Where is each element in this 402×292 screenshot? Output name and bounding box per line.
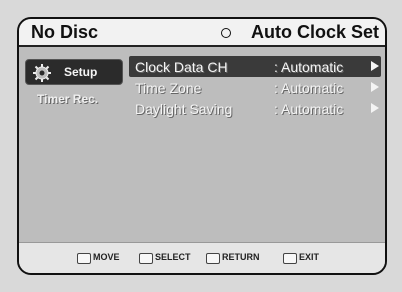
menu-row-daylight-saving[interactable]: Daylight Saving : Automatic <box>129 98 381 119</box>
sidebar-item-label: Setup <box>64 65 98 79</box>
sidebar-item-timer-rec[interactable]: Timer Rec. <box>25 87 123 113</box>
settings-menu: Clock Data CH : Automatic Time Zone : Au… <box>129 56 381 119</box>
select-icon <box>139 253 153 264</box>
arrow-right-icon <box>371 82 379 92</box>
disc-status: No Disc <box>31 22 99 42</box>
menu-row-value: : Automatic <box>274 80 344 96</box>
key-hint-bar: MOVE SELECT RETURN EXIT <box>19 242 385 273</box>
sidebar-item-label: Timer Rec. <box>37 92 99 106</box>
menu-row-value: : Automatic <box>274 101 344 117</box>
menu-row-clock-data-ch[interactable]: Clock Data CH : Automatic <box>129 56 381 77</box>
clock-icon <box>221 28 231 38</box>
page-title: Auto Clock Set <box>250 22 379 42</box>
title-bar: No Disc Auto Clock Set <box>19 19 385 47</box>
hint-label: EXIT <box>299 252 320 262</box>
hint-label: RETURN <box>222 252 260 262</box>
sidebar-item-setup[interactable]: Setup <box>25 59 123 85</box>
arrow-right-icon <box>371 103 379 113</box>
menu-row-value: : Automatic <box>274 59 344 75</box>
return-icon <box>206 253 220 264</box>
menu-row-label: Clock Data CH <box>135 59 228 75</box>
hint-label: MOVE <box>93 252 120 262</box>
gear-icon <box>33 64 51 82</box>
osd-screen: No Disc Auto Clock Set Setup Timer Rec. <box>17 17 387 275</box>
sidebar: Setup Timer Rec. <box>19 47 123 207</box>
move-icon <box>77 253 91 264</box>
menu-row-label: Daylight Saving <box>135 101 233 117</box>
menu-row-label: Time Zone <box>135 80 202 96</box>
hint-label: SELECT <box>155 252 191 262</box>
menu-row-time-zone[interactable]: Time Zone : Automatic <box>129 77 381 98</box>
exit-icon <box>283 253 297 264</box>
arrow-right-icon <box>371 61 379 71</box>
